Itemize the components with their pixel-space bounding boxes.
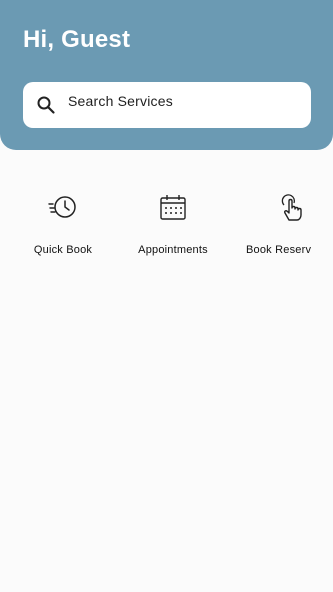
appointments-button[interactable]: Appointments bbox=[123, 186, 223, 266]
book-reservation-label: Book Reserv bbox=[246, 244, 312, 256]
calendar-icon bbox=[157, 192, 189, 224]
greeting-title: Hi, Guest bbox=[23, 26, 131, 53]
search-input[interactable]: Search Services bbox=[68, 82, 173, 120]
header: Hi, Guest Search Services bbox=[0, 0, 333, 150]
quick-book-label: Quick Book bbox=[33, 244, 93, 256]
appointments-label: Appointments bbox=[138, 244, 208, 256]
search-icon bbox=[36, 95, 56, 115]
search-bar[interactable]: Search Services bbox=[23, 82, 311, 128]
quick-actions: Quick Book Appointments Book Reserv bbox=[0, 186, 333, 276]
book-reservation-button[interactable]: Book Reserv bbox=[243, 186, 333, 266]
clock-icon bbox=[47, 192, 79, 224]
quick-book-button[interactable]: Quick Book bbox=[13, 186, 113, 266]
tap-hand-icon bbox=[277, 192, 309, 224]
